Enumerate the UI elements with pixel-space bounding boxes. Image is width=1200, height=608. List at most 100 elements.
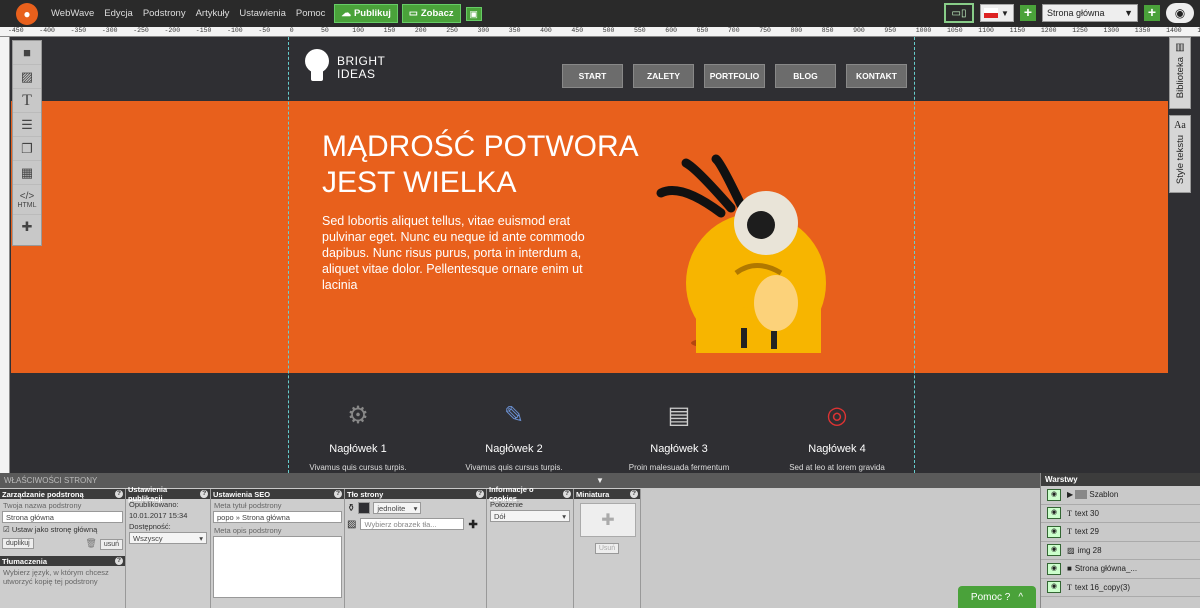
nav-portfolio[interactable]: PORTFOLIO bbox=[704, 64, 765, 88]
ruler-horizontal: -450 -400 -350 -300 -250 -200 -150 -100 -50 0 50 10… bbox=[0, 27, 1200, 37]
nav-zalety[interactable]: ZALETY bbox=[633, 64, 694, 88]
feature-1[interactable]: ⚙ Nagłówek 1 Vivamus quis cursus turpis. bbox=[288, 395, 428, 473]
checkbox-icon: ☑ bbox=[3, 525, 10, 534]
menu-pomoc[interactable]: Pomoc bbox=[296, 8, 326, 19]
poland-flag-icon bbox=[984, 8, 998, 18]
properties-panel: WŁAŚCIWOŚCI STRONY ▼ Zarządzanie podstro… bbox=[0, 473, 1200, 608]
nav-start[interactable]: START bbox=[562, 64, 623, 88]
cookies-panel: Informacje o cookies? Położenie Dół ▾ bbox=[487, 485, 574, 608]
trash-icon[interactable]: 🗑 bbox=[85, 538, 96, 548]
layer-item[interactable]: ◉ Ttext 29 bbox=[1041, 523, 1200, 542]
ruler-tick: 1350 bbox=[1134, 27, 1151, 34]
layer-item[interactable]: ◉ Ttext 16_copy(3) bbox=[1041, 579, 1200, 597]
background-type-select[interactable]: jednolite ▾ bbox=[373, 502, 422, 514]
site-nav: START ZALETY PORTFOLIO BLOG KONTAKT bbox=[562, 64, 907, 88]
menu-artykuly[interactable]: Artykuły bbox=[196, 8, 230, 19]
features-section: ⚙ Nagłówek 1 Vivamus quis cursus turpis.… bbox=[11, 373, 1168, 473]
language-select[interactable]: ▼ bbox=[980, 4, 1014, 22]
ruler-tick: -300 bbox=[101, 27, 118, 34]
nav-kontakt[interactable]: KONTAKT bbox=[846, 64, 907, 88]
visibility-icon[interactable]: ◉ bbox=[1047, 544, 1061, 557]
help-button[interactable]: Pomoc ? ^ bbox=[958, 586, 1036, 608]
layer-item[interactable]: ◉ Ttext 30 bbox=[1041, 505, 1200, 523]
remove-thumbnail-button[interactable]: Usuń bbox=[594, 543, 620, 554]
site-brand[interactable]: BRIGHT IDEAS bbox=[305, 49, 385, 87]
menu-webwave[interactable]: WebWave bbox=[51, 8, 94, 19]
preview-button[interactable]: ▭ Zobacz bbox=[401, 4, 461, 23]
hero-title[interactable]: MĄDROŚĆ POTWORA JEST WIELKA bbox=[322, 129, 682, 201]
help-icon[interactable]: ? bbox=[630, 490, 638, 498]
visibility-icon[interactable]: ◉ bbox=[1047, 525, 1061, 538]
image-tool-icon[interactable]: ▨ bbox=[13, 65, 41, 89]
box-tool-icon[interactable]: ■ bbox=[13, 41, 41, 65]
publish-button[interactable]: ☁ Publikuj bbox=[334, 4, 398, 23]
chevron-down-icon: ▾ bbox=[199, 534, 203, 543]
feature-2[interactable]: ✎ Nagłówek 2 Vivamus quis cursus turpis. bbox=[444, 395, 584, 473]
meta-title-input[interactable]: popo » Strona główna bbox=[213, 511, 342, 523]
text-icon: T bbox=[1067, 527, 1072, 537]
collapse-arrow-icon[interactable]: ▼ bbox=[596, 476, 604, 485]
help-icon[interactable]: ? bbox=[200, 490, 208, 498]
library-tab[interactable]: ▥ Biblioteka bbox=[1169, 37, 1191, 109]
visibility-icon[interactable]: ◉ bbox=[1047, 507, 1061, 520]
guide-line-right bbox=[914, 37, 915, 473]
paint-bucket-icon[interactable]: ⚱ bbox=[347, 503, 355, 514]
help-icon[interactable]: ? bbox=[563, 490, 571, 498]
thumbnail-placeholder[interactable]: ✚ bbox=[580, 503, 636, 537]
hero-text[interactable]: Sed lobortis aliquet tellus, vitae euism… bbox=[322, 213, 604, 293]
menu-tool-icon[interactable]: ☰ bbox=[13, 113, 41, 137]
image-icon: ▨ bbox=[347, 518, 357, 530]
monitor-icon: ▤ bbox=[667, 401, 691, 429]
devices-icon[interactable]: ▭▯ bbox=[944, 3, 974, 23]
webwave-logo-icon[interactable]: ● bbox=[16, 2, 38, 25]
background-image-input[interactable]: Wybierz obrazek tła... bbox=[360, 518, 465, 530]
eye-icon[interactable]: ◉ bbox=[1166, 3, 1194, 23]
visibility-icon[interactable]: ◉ bbox=[1047, 581, 1061, 594]
color-swatch[interactable] bbox=[358, 502, 371, 514]
feature-3[interactable]: ▤ Nagłówek 3 Proin malesuada fermentum bbox=[609, 395, 749, 473]
duplicate-button[interactable]: duplikuj bbox=[2, 538, 34, 549]
homepage-checkbox[interactable]: ☑ Ustaw jako stronę główną bbox=[0, 524, 125, 535]
add-image-icon[interactable]: ✚ bbox=[468, 518, 477, 531]
monster-illustration[interactable] bbox=[641, 153, 861, 353]
text-styles-tab[interactable]: Aa Style tekstu bbox=[1169, 115, 1191, 193]
add-page-button[interactable]: + bbox=[1144, 5, 1160, 21]
ruler-tick: -250 bbox=[133, 27, 149, 34]
visibility-icon[interactable]: ◉ bbox=[1047, 488, 1061, 501]
ruler-tick: 150 bbox=[383, 27, 396, 34]
page-select[interactable]: Strona główna ▼ bbox=[1042, 4, 1138, 22]
delete-button[interactable]: usuń bbox=[99, 539, 123, 550]
books-icon: ▥ bbox=[1175, 42, 1185, 53]
layer-item[interactable]: ◉ ▨ img 28 bbox=[1041, 542, 1200, 560]
save-icon[interactable]: ▣ bbox=[465, 6, 482, 21]
ruler-tick: 250 bbox=[446, 27, 458, 34]
page-name-input[interactable]: Strona główna bbox=[2, 511, 123, 523]
help-icon[interactable]: ? bbox=[476, 490, 484, 498]
ruler-tick: 50 bbox=[321, 27, 329, 34]
layer-item[interactable]: ◉ ■ Strona główna_... bbox=[1041, 560, 1200, 579]
access-select[interactable]: Wszyscy ▾ bbox=[129, 532, 207, 544]
form-tool-icon[interactable]: ▦ bbox=[13, 161, 41, 185]
feature-4[interactable]: ◎ Nagłówek 4 Sed at leo at lorem gravida bbox=[767, 395, 907, 473]
editor-canvas[interactable]: BRIGHT IDEAS START ZALETY PORTFOLIO BLOG… bbox=[11, 37, 1168, 473]
gallery-tool-icon[interactable]: ❐ bbox=[13, 137, 41, 161]
nav-blog[interactable]: BLOG bbox=[775, 64, 836, 88]
text-tool-icon[interactable]: T bbox=[13, 89, 41, 113]
menu-edycja[interactable]: Edycja bbox=[104, 8, 133, 19]
visibility-icon[interactable]: ◉ bbox=[1047, 562, 1061, 575]
hero-section[interactable]: MĄDROŚĆ POTWORA JEST WIELKA Sed lobortis… bbox=[11, 101, 1168, 373]
lifebuoy-icon: ◎ bbox=[826, 401, 848, 429]
help-icon[interactable]: ? bbox=[334, 490, 342, 498]
menu-ustawienia[interactable]: Ustawienia bbox=[239, 8, 285, 19]
ruler-tick: 600 bbox=[665, 27, 677, 34]
help-icon[interactable]: ? bbox=[115, 557, 123, 565]
cookies-position-select[interactable]: Dół ▾ bbox=[490, 510, 570, 522]
more-tools-icon[interactable]: ✚ bbox=[13, 215, 41, 239]
expand-icon[interactable]: ▶ bbox=[1067, 490, 1073, 499]
meta-description-textarea[interactable] bbox=[213, 536, 342, 598]
add-language-button[interactable]: + bbox=[1020, 5, 1036, 21]
html-tool-icon[interactable]: </> HTML bbox=[13, 185, 41, 215]
menu-podstrony[interactable]: Podstrony bbox=[143, 8, 186, 19]
help-icon[interactable]: ? bbox=[115, 490, 123, 498]
layer-item[interactable]: ◉ ▶ Szablon bbox=[1041, 486, 1200, 505]
